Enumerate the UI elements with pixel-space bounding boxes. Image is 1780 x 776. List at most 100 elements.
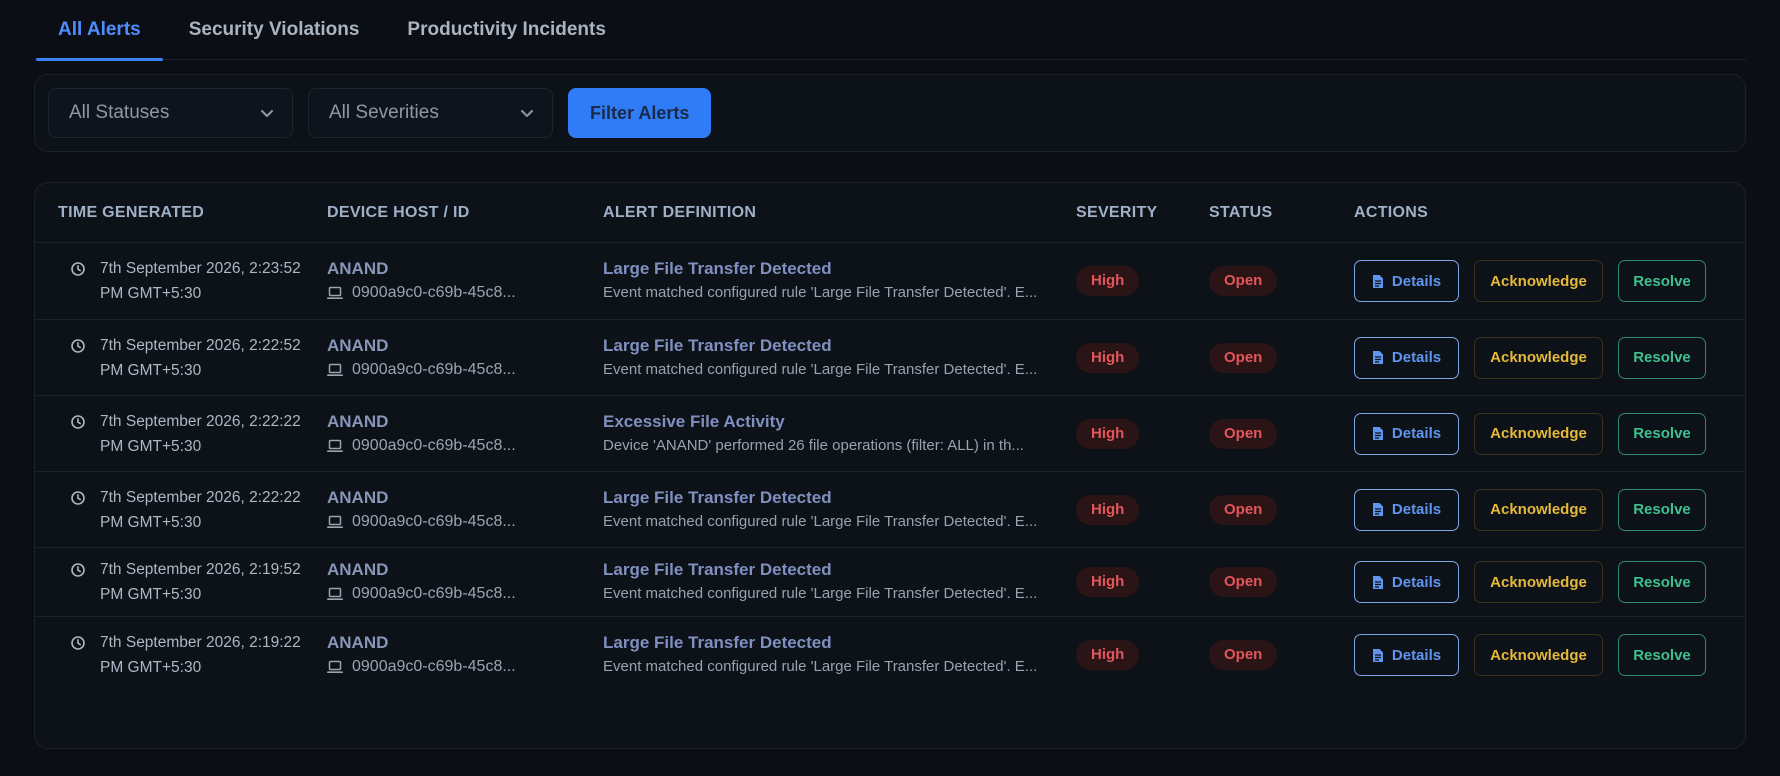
time-cell: 7th September 2026, 2:19:22 PM GMT+5:30 xyxy=(35,630,327,680)
details-label: Details xyxy=(1391,349,1442,366)
acknowledge-button[interactable]: Acknowledge xyxy=(1474,260,1603,302)
document-icon xyxy=(1372,648,1383,662)
header-definition: ALERT DEFINITION xyxy=(603,203,757,221)
resolve-button[interactable]: Resolve xyxy=(1618,634,1706,676)
device-id-text: 0900a9c0-c69b-45c8... xyxy=(352,360,516,378)
tab-security-violations[interactable]: Security Violations xyxy=(167,0,382,60)
status-select[interactable]: All Statuses xyxy=(48,88,293,138)
details-label: Details xyxy=(1391,573,1442,591)
device-cell: ANAND 0900a9c0-c69b-45c8... xyxy=(327,334,603,382)
device-id-text: 0900a9c0-c69b-45c8... xyxy=(352,436,516,454)
status-badge: Open xyxy=(1209,342,1278,373)
table-row: 7th September 2026, 2:22:22 PM GMT+5:30 … xyxy=(35,472,1745,548)
device-host: ANAND xyxy=(327,411,389,431)
acknowledge-button[interactable]: Acknowledge xyxy=(1474,634,1603,676)
details-button[interactable]: Details xyxy=(1354,260,1459,302)
clock-icon xyxy=(71,490,85,505)
definition-cell: Large File Transfer Detected Event match… xyxy=(603,631,1076,679)
details-button[interactable]: Details xyxy=(1354,634,1459,676)
details-label: Details xyxy=(1391,272,1442,290)
chevron-down-icon xyxy=(261,110,273,117)
definition-cell: Excessive File Activity Device 'ANAND' p… xyxy=(603,410,1076,458)
status-select-value: All Statuses xyxy=(69,102,170,123)
alert-description: Event matched configured rule 'Large Fil… xyxy=(603,284,1038,301)
filter-alerts-button[interactable]: Filter Alerts xyxy=(568,88,712,138)
time-line1: 7th September 2026, 2:23:52 xyxy=(100,260,301,277)
alert-tabs: All Alerts Security Violations Productiv… xyxy=(34,0,1746,61)
severity-badge: High xyxy=(1076,418,1140,449)
device-id: 0900a9c0-c69b-45c8... xyxy=(327,434,603,458)
table-body: 7th September 2026, 2:23:52 PM GMT+5:30 … xyxy=(35,243,1745,693)
status-cell: Open xyxy=(1209,640,1354,670)
clock-icon xyxy=(71,636,85,650)
time-line1: 7th September 2026, 2:22:52 xyxy=(100,336,301,354)
details-button[interactable]: Details xyxy=(1354,488,1459,531)
time-text: 7th September 2026, 2:22:22 PM GMT+5:30 xyxy=(100,409,301,459)
acknowledge-button[interactable]: Acknowledge xyxy=(1474,561,1603,603)
document-icon xyxy=(1372,575,1383,589)
device-id-text: 0900a9c0-c69b-45c8... xyxy=(352,585,516,602)
device-host: ANAND xyxy=(327,487,389,507)
acknowledge-button[interactable]: Acknowledge xyxy=(1474,336,1603,379)
resolve-button[interactable]: Resolve xyxy=(1618,260,1706,302)
acknowledge-button[interactable]: Acknowledge xyxy=(1474,488,1603,531)
definition-cell: Large File Transfer Detected Event match… xyxy=(603,558,1076,606)
status-cell: Open xyxy=(1209,418,1354,449)
time-line2: PM GMT+5:30 xyxy=(100,437,202,455)
time-text: 7th September 2026, 2:22:52 PM GMT+5:30 xyxy=(100,333,301,383)
actions-cell: Details Acknowledge Resolve xyxy=(1354,561,1745,603)
actions-group: Details Acknowledge Resolve xyxy=(1354,260,1745,302)
status-badge: Open xyxy=(1209,640,1278,670)
status-cell: Open xyxy=(1209,266,1354,296)
severity-cell: High xyxy=(1076,567,1209,597)
actions-cell: Details Acknowledge Resolve xyxy=(1354,412,1745,455)
resolve-button[interactable]: Resolve xyxy=(1618,488,1706,531)
resolve-button[interactable]: Resolve xyxy=(1618,336,1706,379)
details-button[interactable]: Details xyxy=(1354,561,1459,603)
table-row: 7th September 2026, 2:19:22 PM GMT+5:30 … xyxy=(35,617,1745,693)
acknowledge-button[interactable]: Acknowledge xyxy=(1474,412,1603,455)
time-cell: 7th September 2026, 2:23:52 PM GMT+5:30 xyxy=(35,256,327,306)
tab-productivity-incidents[interactable]: Productivity Incidents xyxy=(385,0,627,60)
time-text: 7th September 2026, 2:19:52 PM GMT+5:30 xyxy=(100,557,301,607)
alert-title: Excessive File Activity xyxy=(603,411,785,431)
device-id-text: 0900a9c0-c69b-45c8... xyxy=(352,658,516,675)
status-cell: Open xyxy=(1209,342,1354,373)
time-cell: 7th September 2026, 2:22:52 PM GMT+5:30 xyxy=(35,333,327,383)
resolve-button[interactable]: Resolve xyxy=(1618,412,1706,455)
clock-icon xyxy=(71,414,85,429)
device-id: 0900a9c0-c69b-45c8... xyxy=(327,510,603,534)
details-button[interactable]: Details xyxy=(1354,336,1459,379)
definition-cell: Large File Transfer Detected Event match… xyxy=(603,334,1076,382)
alerts-table: TIME GENERATED DEVICE HOST / ID ALERT DE… xyxy=(34,182,1746,749)
clock-icon xyxy=(71,563,85,577)
laptop-icon xyxy=(327,363,343,376)
table-row: 7th September 2026, 2:19:52 PM GMT+5:30 … xyxy=(35,548,1745,617)
time-line1: 7th September 2026, 2:19:52 xyxy=(100,561,301,578)
resolve-button[interactable]: Resolve xyxy=(1618,561,1706,603)
table-row: 7th September 2026, 2:22:52 PM GMT+5:30 … xyxy=(35,320,1745,396)
device-host: ANAND xyxy=(327,335,389,355)
status-badge: Open xyxy=(1209,266,1278,296)
document-icon xyxy=(1372,351,1383,364)
status-badge: Open xyxy=(1209,494,1278,525)
actions-group: Details Acknowledge Resolve xyxy=(1354,634,1745,676)
severity-select[interactable]: All Severities xyxy=(308,88,553,138)
actions-cell: Details Acknowledge Resolve xyxy=(1354,634,1745,676)
status-cell: Open xyxy=(1209,494,1354,525)
time-cell: 7th September 2026, 2:22:22 PM GMT+5:30 xyxy=(35,485,327,535)
document-icon xyxy=(1372,427,1383,440)
table-row: 7th September 2026, 2:22:22 PM GMT+5:30 … xyxy=(35,396,1745,472)
details-button[interactable]: Details xyxy=(1354,412,1459,455)
filter-bar: All Statuses All Severities Filter Alert… xyxy=(34,74,1746,152)
device-id: 0900a9c0-c69b-45c8... xyxy=(327,358,603,382)
definition-cell: Large File Transfer Detected Event match… xyxy=(603,257,1076,305)
time-wrap: 7th September 2026, 2:23:52 PM GMT+5:30 xyxy=(58,256,327,306)
status-badge: Open xyxy=(1209,418,1278,449)
time-line2: PM GMT+5:30 xyxy=(100,659,202,676)
time-wrap: 7th September 2026, 2:22:52 PM GMT+5:30 xyxy=(58,333,327,383)
tab-all-alerts[interactable]: All Alerts xyxy=(36,0,163,61)
time-wrap: 7th September 2026, 2:22:22 PM GMT+5:30 xyxy=(58,485,327,535)
device-id-text: 0900a9c0-c69b-45c8... xyxy=(352,284,516,301)
document-icon xyxy=(1372,274,1383,288)
